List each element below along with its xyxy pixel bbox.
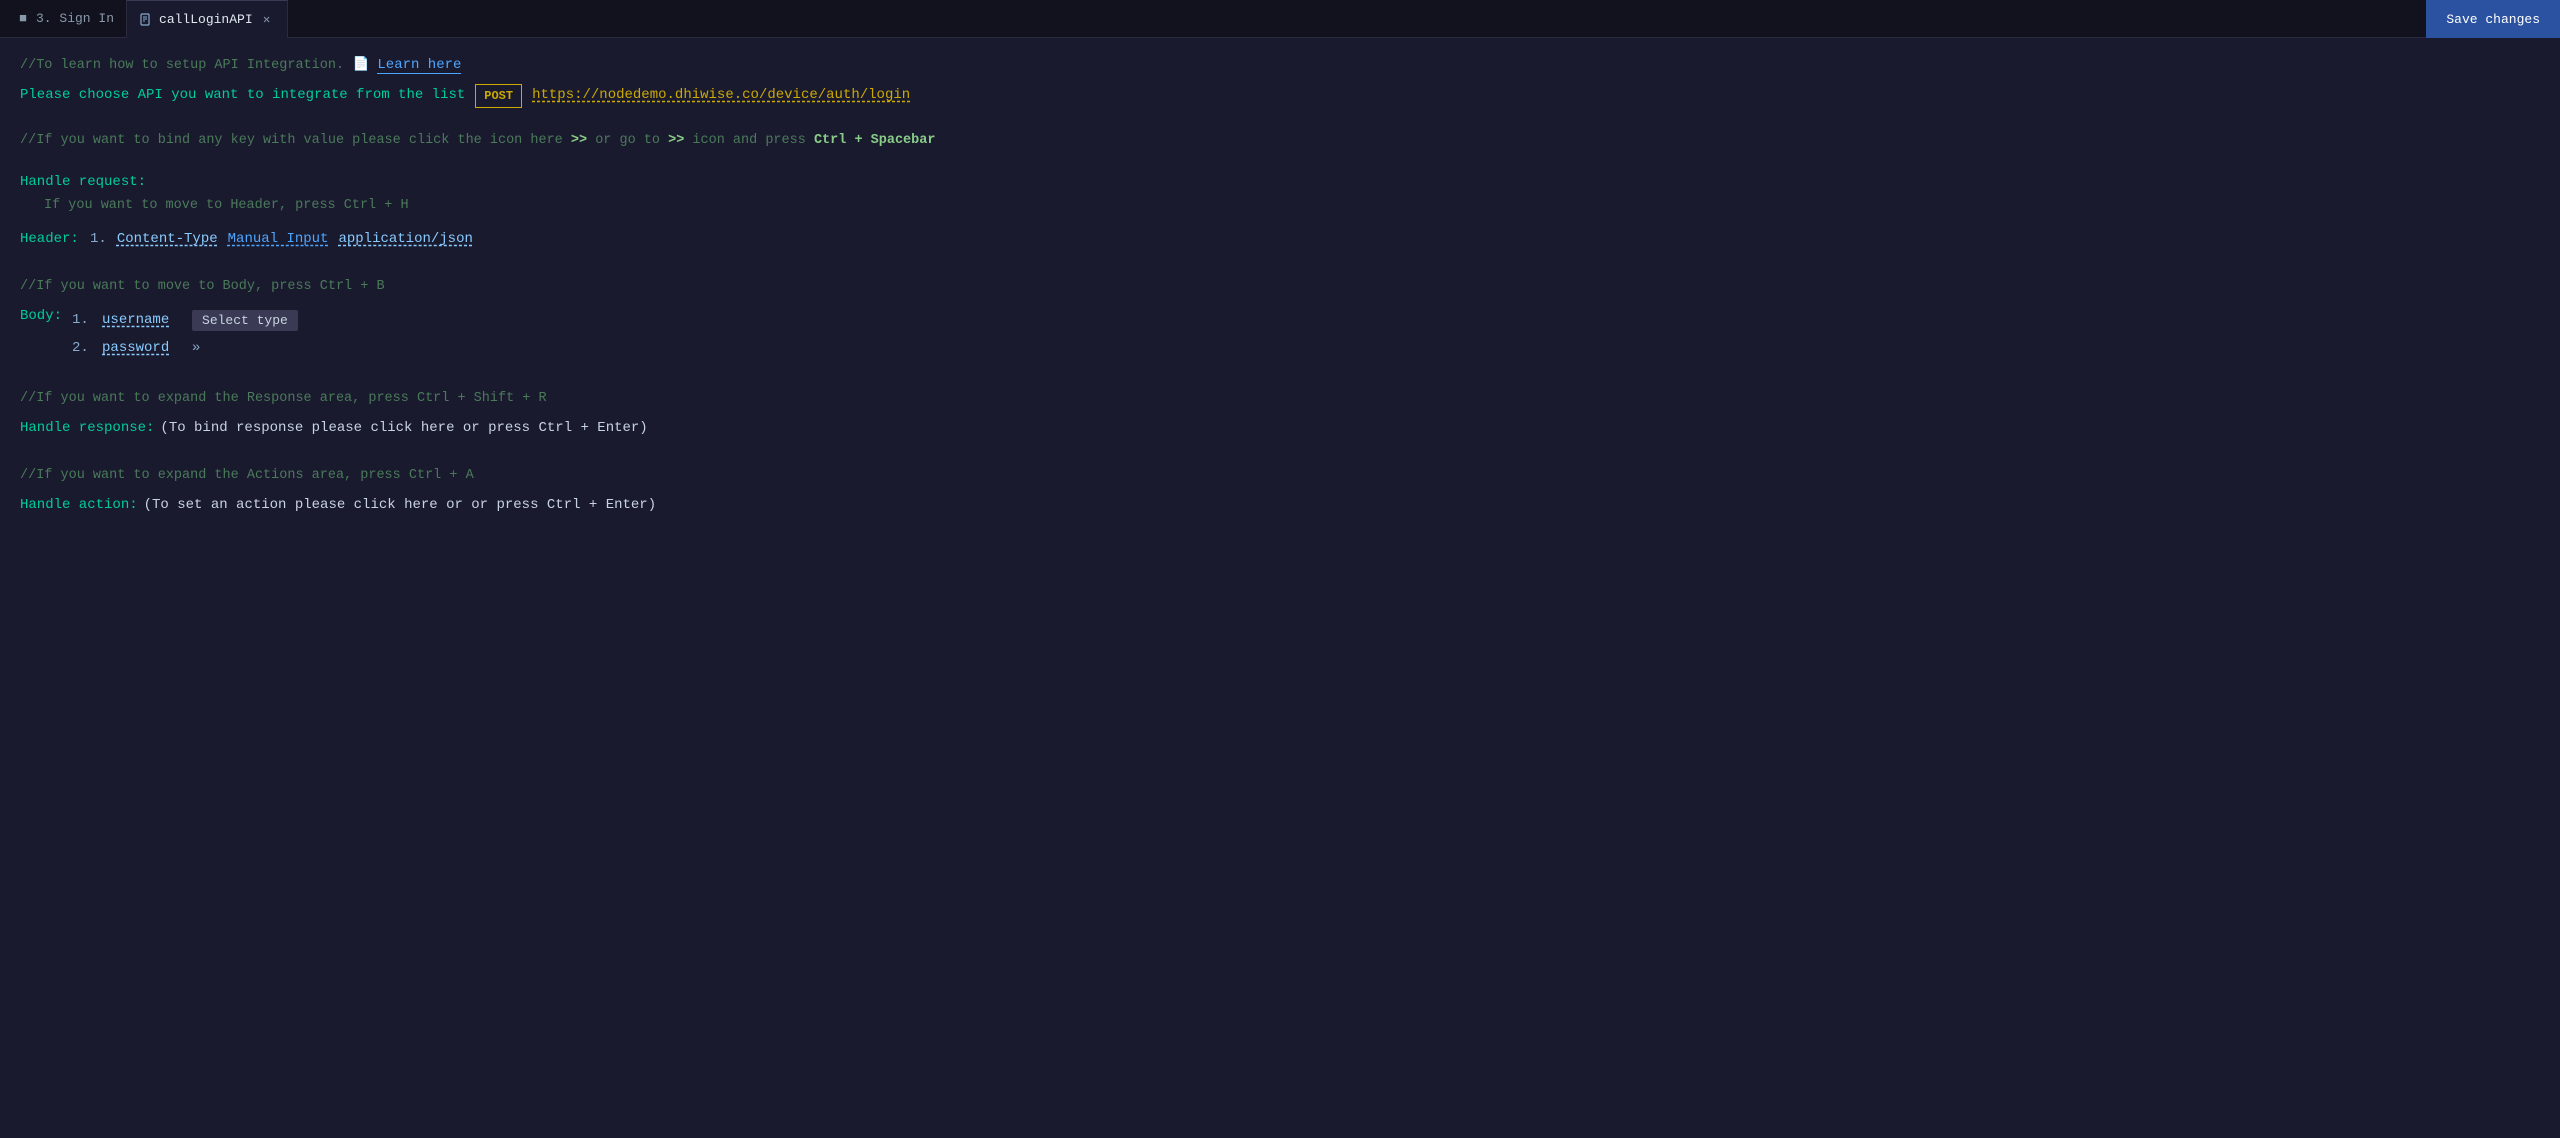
header-label: Header:: [20, 228, 80, 252]
save-changes-button[interactable]: Save changes: [2426, 0, 2560, 38]
handle-action-label: Handle action:: [20, 494, 138, 518]
handle-action-line: Handle action: (To set an action please …: [20, 494, 2540, 518]
body-rows: 1. username Select type 2. password »: [72, 305, 298, 365]
header-move-hint-text: If you want to move to Header, press Ctr…: [44, 198, 409, 213]
tab-call-login-api[interactable]: callLoginAPI ✕: [126, 0, 288, 38]
header-section: Header: 1. Content-Type Manual Input app…: [20, 228, 2540, 252]
header-move-hint: If you want to move to Header, press Ctr…: [44, 195, 2540, 218]
bind-hint: //If you want to bind any key with value…: [20, 130, 2540, 153]
body-move-hint: //If you want to move to Body, press Ctr…: [20, 276, 2540, 299]
select-type-button-username[interactable]: Select type: [192, 310, 298, 331]
manual-input-badge[interactable]: Manual Input: [228, 228, 329, 252]
action-expand-hint-text: //If you want to expand the Actions area…: [20, 468, 474, 483]
tab-sign-in-label: 3. Sign In: [36, 11, 114, 26]
body-item-2-num: 2.: [72, 337, 92, 361]
body-item-username: username: [102, 309, 182, 333]
api-method-badge[interactable]: POST: [475, 84, 522, 108]
body-move-hint-text: //If you want to move to Body, press Ctr…: [20, 279, 385, 294]
main-content: //To learn how to setup API Integration.…: [0, 38, 2560, 538]
step-icon: ■: [16, 12, 30, 26]
handle-response-line: Handle response: (To bind response pleas…: [20, 417, 2540, 441]
handle-action-text[interactable]: (To set an action please click here or o…: [144, 494, 656, 518]
bind-hint-text: //If you want to bind any key with value…: [20, 133, 935, 148]
body-row-password: 2. password »: [72, 337, 298, 361]
chevron-right-icon[interactable]: »: [192, 337, 200, 361]
file-icon: [139, 12, 153, 26]
header-item-num: 1.: [90, 228, 107, 252]
tab-bar: ■ 3. Sign In callLoginAPI ✕ Save changes: [0, 0, 2560, 38]
handle-response-text[interactable]: (To bind response please click here or p…: [160, 417, 647, 441]
api-url[interactable]: https://nodedemo.dhiwise.co/device/auth/…: [532, 84, 910, 108]
body-row-username: 1. username Select type: [72, 309, 298, 333]
api-select-line: Please choose API you want to integrate …: [20, 84, 2540, 108]
body-section: Body: 1. username Select type 2. passwor…: [20, 305, 2540, 365]
handle-response-label: Handle response:: [20, 417, 154, 441]
response-expand-hint: //If you want to expand the Response are…: [20, 388, 2540, 411]
learn-here-link[interactable]: Learn here: [377, 57, 461, 74]
body-item-password: password: [102, 337, 182, 361]
api-select-prompt: Please choose API you want to integrate …: [20, 84, 465, 108]
tab-close-icon[interactable]: ✕: [259, 11, 275, 27]
tab-call-login-api-label: callLoginAPI: [159, 12, 253, 27]
top-comment-text: //To learn how to setup API Integration.: [20, 58, 344, 73]
header-content-type[interactable]: Content-Type: [117, 228, 218, 252]
header-row-1: Header: 1. Content-Type Manual Input app…: [20, 228, 2540, 252]
doc-icon-space: 📄: [352, 58, 377, 73]
body-item-1-num: 1.: [72, 309, 92, 333]
action-expand-hint: //If you want to expand the Actions area…: [20, 465, 2540, 488]
header-content-type-value[interactable]: application/json: [338, 228, 472, 252]
response-expand-hint-text: //If you want to expand the Response are…: [20, 391, 547, 406]
handle-request-header: Handle request:: [20, 171, 2540, 195]
body-label: Body:: [20, 305, 62, 329]
handle-request-label: Handle request:: [20, 174, 146, 190]
tab-sign-in[interactable]: ■ 3. Sign In: [4, 0, 126, 38]
top-comment-line: //To learn how to setup API Integration.…: [20, 54, 2540, 78]
